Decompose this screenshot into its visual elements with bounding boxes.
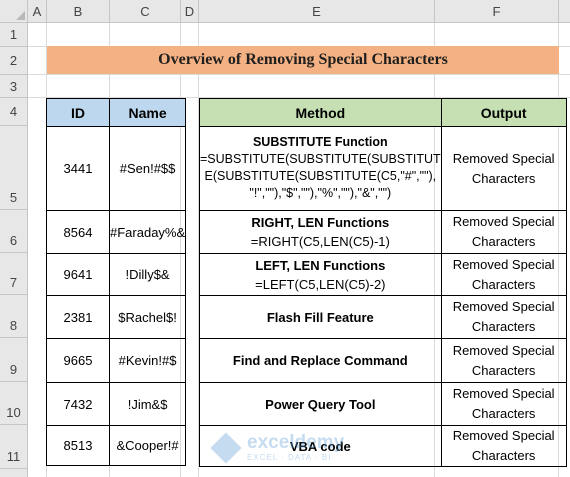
method-formula-line: "!",""),"$",""),"%",""),"&","")	[249, 186, 392, 200]
watermark-name: exceldemy	[247, 432, 345, 453]
output-line: Characters	[471, 234, 536, 249]
method-title: Flash Fill Feature	[266, 309, 374, 325]
output-line: Characters	[471, 170, 536, 186]
method-formula-line: =RIGHT(C5,LEN(C5)-1)	[250, 234, 390, 249]
output-line: Removed Special	[452, 256, 555, 272]
row-header-2[interactable]: 2	[0, 47, 28, 75]
id-name-table: ID Name 3441 #Sen!#$$ 8564 #Faraday%& 96…	[46, 98, 187, 466]
cell-output[interactable]: Removed Special Characters	[440, 425, 567, 467]
cell-method[interactable]: LEFT, LEN Functions =LEFT(C5,LEN(C5)-2)	[199, 253, 442, 296]
cell-name[interactable]: $Rachel$!	[108, 295, 187, 339]
sheet-title[interactable]: Overview of Removing Special Characters	[47, 46, 559, 74]
row-header-6[interactable]: 6	[0, 210, 28, 253]
cell-output[interactable]: Removed Special Characters	[440, 210, 567, 254]
row-header-10[interactable]: 10	[0, 382, 28, 425]
cell-method[interactable]: Flash Fill Feature	[199, 295, 442, 339]
gridline	[28, 74, 570, 75]
row-header-3[interactable]: 3	[0, 75, 28, 98]
output-line: Characters	[471, 448, 536, 463]
cell-method[interactable]: Find and Replace Command	[199, 338, 442, 383]
cell-name[interactable]: !Jim&$	[108, 382, 187, 426]
output-line: Removed Special	[452, 214, 555, 229]
column-header-a[interactable]: A	[28, 0, 47, 23]
exceldemy-logo-icon	[210, 432, 242, 464]
row-header-8[interactable]: 8	[0, 295, 28, 338]
column-header-f[interactable]: F	[435, 0, 559, 23]
output-line: Removed Special	[452, 150, 555, 166]
row-header-4[interactable]: 4	[0, 98, 28, 126]
header-output[interactable]: Output	[440, 98, 567, 127]
exceldemy-watermark: exceldemy EXCEL · DATA · BI	[210, 430, 361, 466]
cell-id[interactable]: 9641	[46, 253, 110, 296]
output-line: Removed Special	[452, 299, 555, 314]
cell-output[interactable]: Removed Special Characters	[440, 295, 567, 339]
cell-name[interactable]: #Sen!#$$	[108, 126, 187, 211]
row-header-11[interactable]: 11	[0, 425, 28, 469]
cell-output[interactable]: Removed Special Characters	[440, 338, 567, 383]
watermark-text: exceldemy EXCEL · DATA · BI	[247, 432, 345, 462]
method-title: LEFT, LEN Functions	[255, 257, 386, 273]
method-title: Power Query Tool	[265, 396, 376, 412]
header-id[interactable]: ID	[46, 98, 110, 127]
row-header-1[interactable]: 1	[0, 23, 28, 47]
cell-method[interactable]: RIGHT, LEN Functions =RIGHT(C5,LEN(C5)-1…	[199, 210, 442, 254]
column-header-filler	[559, 0, 570, 23]
cell-output[interactable]: Removed Special Characters	[440, 253, 567, 296]
output-line: Characters	[471, 319, 536, 334]
output-line: Characters	[471, 406, 536, 421]
cell-method[interactable]: Power Query Tool	[199, 382, 442, 426]
select-all-corner[interactable]	[0, 0, 28, 23]
header-method[interactable]: Method	[199, 98, 442, 127]
cell-name[interactable]: !Dilly$&	[108, 253, 187, 296]
cell-name[interactable]: &Cooper!#	[108, 425, 187, 466]
output-line: Removed Special	[452, 386, 555, 401]
watermark-tagline: EXCEL · DATA · BI	[247, 453, 332, 462]
select-all-triangle-icon	[16, 11, 25, 20]
cell-id[interactable]: 2381	[46, 295, 110, 339]
cell-output[interactable]: Removed Special Characters	[440, 126, 567, 211]
cell-output[interactable]: Removed Special Characters	[440, 382, 567, 426]
method-title: SUBSTITUTE Function	[252, 135, 388, 149]
method-formula-line: =LEFT(C5,LEN(C5)-2)	[255, 276, 386, 292]
output-line: Removed Special	[452, 342, 555, 358]
cell-id[interactable]: 9665	[46, 338, 110, 383]
cell-name[interactable]: #Kevin!#$	[108, 338, 187, 383]
cell-id[interactable]: 8513	[46, 425, 110, 466]
output-line: Removed Special	[452, 428, 555, 443]
cell-id[interactable]: 3441	[46, 126, 110, 211]
row-header-5[interactable]: 5	[0, 126, 28, 210]
column-header-c[interactable]: C	[110, 0, 181, 23]
method-output-table: Method Output SUBSTITUTE Function =SUBST…	[199, 98, 567, 467]
cell-method[interactable]: SUBSTITUTE Function =SUBSTITUTE(SUBSTITU…	[199, 126, 442, 211]
method-formula-line: =SUBSTITUTE(SUBSTITUTE(SUBSTITUT	[200, 152, 441, 166]
method-formula-line: E(SUBSTITUTE(SUBSTITUTE(C5,"#",""),	[204, 169, 437, 183]
cell-id[interactable]: 8564	[46, 210, 110, 254]
column-header-e[interactable]: E	[199, 0, 435, 23]
method-title: RIGHT, LEN Functions	[251, 215, 390, 230]
header-name[interactable]: Name	[108, 98, 187, 127]
column-header-b[interactable]: B	[47, 0, 110, 23]
method-title: Find and Replace Command	[232, 353, 408, 368]
row-header-7[interactable]: 7	[0, 253, 28, 295]
output-line: Characters	[471, 276, 536, 292]
column-header-d[interactable]: D	[181, 0, 199, 23]
output-line: Characters	[471, 362, 536, 378]
cell-name[interactable]: #Faraday%&	[108, 210, 187, 254]
row-header-9[interactable]: 9	[0, 338, 28, 382]
row-header-filler	[0, 469, 28, 477]
cell-id[interactable]: 7432	[46, 382, 110, 426]
